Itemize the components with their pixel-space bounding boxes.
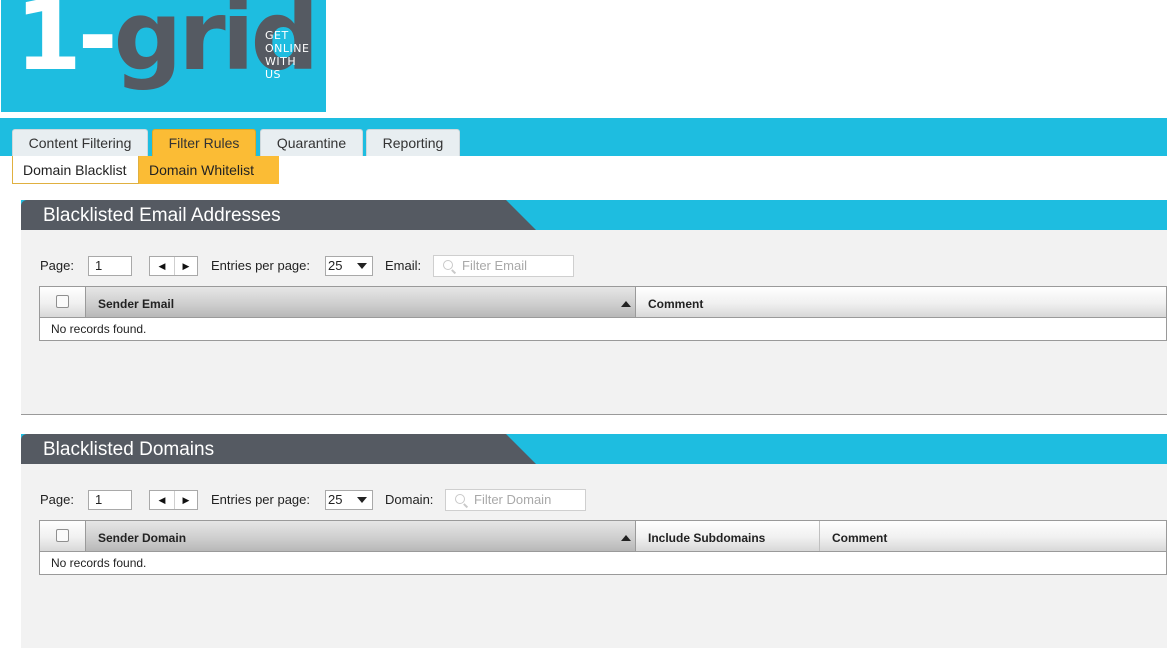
panel-title: Blacklisted Email Addresses <box>21 200 536 230</box>
select-all-cell <box>40 287 86 317</box>
tab-filter-rules[interactable]: Filter Rules <box>152 129 256 156</box>
caret-right-icon[interactable]: ▶ <box>174 257 198 275</box>
domain-filter-input[interactable]: Filter Domain <box>445 489 586 511</box>
empty-message: No records found. <box>51 556 147 570</box>
tab-reporting[interactable]: Reporting <box>366 129 460 156</box>
chevron-down-icon <box>357 497 367 503</box>
panel-title: Blacklisted Domains <box>21 434 536 464</box>
column-sender-domain[interactable]: Sender Domain <box>85 521 636 551</box>
page-label: Page: <box>40 258 74 273</box>
subtab-domain-blacklist[interactable]: Domain Blacklist <box>12 156 139 184</box>
column-sender-email[interactable]: Sender Email <box>85 287 636 317</box>
table-header: Sender Email Comment <box>40 287 1166 318</box>
column-comment[interactable]: Comment <box>636 287 1166 317</box>
panel-header: Blacklisted Email Addresses <box>21 200 1167 230</box>
entries-select[interactable]: 25 <box>325 256 373 276</box>
caret-left-icon[interactable]: ◀ <box>150 491 175 509</box>
table-header: Sender Domain Include Subdomains Comment <box>40 521 1166 552</box>
select-all-checkbox[interactable] <box>56 295 69 308</box>
search-icon <box>443 260 453 270</box>
page-label: Page: <box>40 492 74 507</box>
brand-logo: 1-grid GET ONLINE WITH US <box>1 0 326 112</box>
search-icon <box>455 494 465 504</box>
entries-label: Entries per page: <box>211 492 311 507</box>
panel-header: Blacklisted Domains <box>21 434 1167 464</box>
empty-message: No records found. <box>51 322 147 336</box>
email-blacklist-panel: Blacklisted Email Addresses Page: 1 ◀ ▶ … <box>21 200 1167 415</box>
pager-buttons: ◀ ▶ <box>149 490 198 510</box>
tab-content-filtering[interactable]: Content Filtering <box>12 129 148 156</box>
entries-label: Entries per page: <box>211 258 311 273</box>
entries-select[interactable]: 25 <box>325 490 373 510</box>
email-toolbar: Page: 1 ◀ ▶ Entries per page: 25 Email: … <box>40 255 1140 277</box>
select-all-checkbox[interactable] <box>56 529 69 542</box>
logo-tagline: GET ONLINE WITH US <box>265 29 310 81</box>
column-comment[interactable]: Comment <box>819 521 1166 551</box>
page-input[interactable]: 1 <box>88 256 132 276</box>
domain-table: Sender Domain Include Subdomains Comment… <box>39 520 1167 575</box>
caret-left-icon[interactable]: ◀ <box>150 257 175 275</box>
chevron-down-icon <box>357 263 367 269</box>
pager-buttons: ◀ ▶ <box>149 256 198 276</box>
caret-right-icon[interactable]: ▶ <box>174 491 198 509</box>
email-filter-label: Email: <box>385 258 422 273</box>
email-filter-input[interactable]: Filter Email <box>433 255 574 277</box>
domain-filter-label: Domain: <box>385 492 434 507</box>
select-all-cell <box>40 521 86 551</box>
sort-asc-icon <box>621 301 631 307</box>
column-include-subdomains[interactable]: Include Subdomains <box>636 521 819 551</box>
subtab-domain-whitelist[interactable]: Domain Whitelist <box>139 156 279 184</box>
tab-quarantine[interactable]: Quarantine <box>260 129 363 156</box>
domain-blacklist-panel: Blacklisted Domains Page: 1 ◀ ▶ Entries … <box>21 434 1167 648</box>
domain-toolbar: Page: 1 ◀ ▶ Entries per page: 25 Domain:… <box>40 489 1140 511</box>
page-input[interactable]: 1 <box>88 490 132 510</box>
sort-asc-icon <box>621 535 631 541</box>
main-tab-bar: Content Filtering Filter Rules Quarantin… <box>0 118 1167 156</box>
email-table: Sender Email Comment No records found. <box>39 286 1167 341</box>
